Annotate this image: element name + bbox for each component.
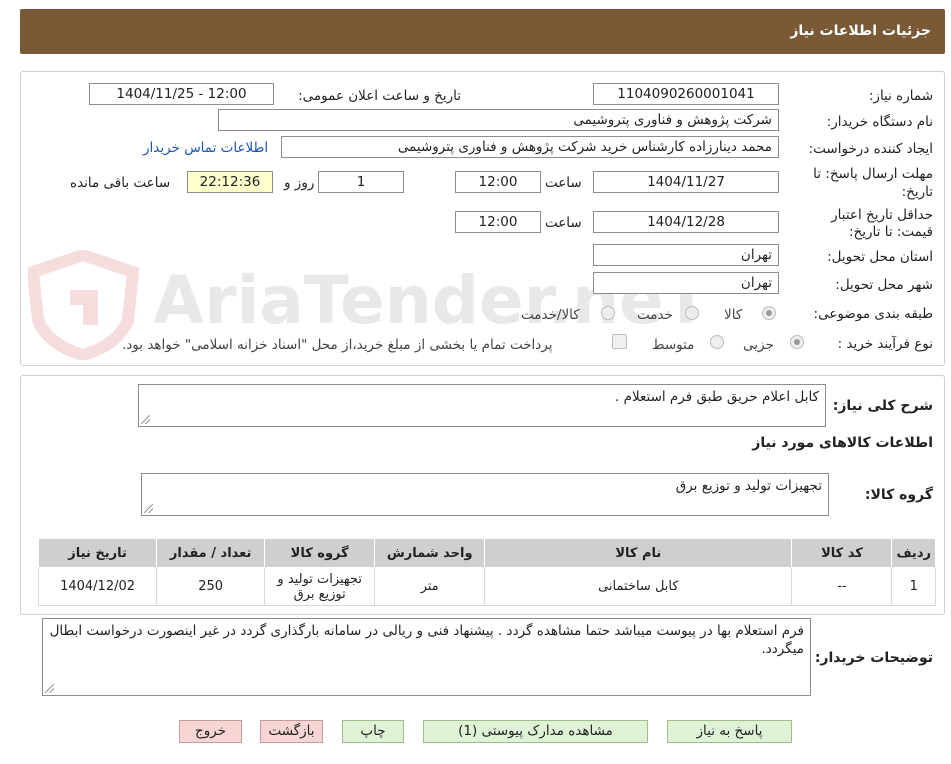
buyer-contact-link[interactable]: اطلاعات تماس خریدار — [143, 140, 268, 156]
days-label: روز و — [284, 175, 315, 191]
category-option-service: خدمت — [637, 307, 673, 323]
items-table: ردیف کد کالا نام کالا واحد شمارش گروه کا… — [37, 538, 936, 606]
response-deadline-time-field[interactable]: 12:00 — [455, 171, 541, 193]
goods-group-label: گروه کالا: — [864, 487, 933, 503]
treasury-note: پرداخت تمام یا بخشی از مبلغ خرید،از محل … — [122, 337, 553, 353]
need-number-field[interactable]: 1104090260001041 — [593, 83, 779, 105]
category-option-goods-service: کالا/خدمت — [521, 307, 580, 323]
buyer-notes-label: توضیحات خریدار: — [814, 650, 933, 666]
delivery-province-label: استان محل تحویل: — [827, 249, 933, 265]
category-radio-goods-service[interactable] — [601, 306, 615, 320]
requester-label: ایجاد کننده درخواست: — [808, 141, 933, 157]
price-validity-label-1: حداقل تاریخ اعتبار — [831, 207, 933, 223]
page-header: جزئیات اطلاعات نیاز — [20, 9, 945, 54]
announce-datetime-label: تاریخ و ساعت اعلان عمومی: — [298, 88, 461, 104]
col-header-quantity: تعداد / مقدار — [156, 538, 266, 568]
cell-code: -- — [791, 567, 893, 606]
reply-button[interactable]: پاسخ به نیاز — [667, 720, 792, 743]
buyer-notes-textarea[interactable]: فرم استعلام بها در پیوست میباشد حتما مشا… — [42, 618, 811, 696]
col-header-row-num: ردیف — [891, 538, 936, 568]
process-option-minor: جزیی — [743, 337, 774, 353]
resize-grip-icon[interactable] — [144, 504, 153, 513]
cell-quantity: 250 — [156, 567, 266, 606]
response-deadline-date-field[interactable]: 1404/11/27 — [593, 171, 779, 193]
process-option-medium: متوسط — [652, 337, 695, 353]
purchase-process-label: نوع فرآیند خرید : — [837, 336, 933, 352]
price-validity-time-field[interactable]: 12:00 — [455, 211, 541, 233]
cell-group: تجهیزات تولید و توزیع برق — [264, 567, 376, 606]
category-radio-service[interactable] — [685, 306, 699, 320]
category-option-goods: کالا — [724, 307, 743, 323]
cell-name: کابل ساختمانی — [484, 567, 793, 606]
remaining-time-field: 22:12:36 — [187, 171, 273, 193]
col-header-name: نام کالا — [484, 538, 793, 568]
buyer-org-field[interactable]: شرکت پژوهش و فناوری پتروشیمی — [218, 109, 779, 131]
delivery-city-field[interactable]: تهران — [593, 272, 779, 294]
requester-field[interactable]: محمد دینارزاده کارشناس خرید شرکت پژوهش و… — [281, 136, 779, 158]
response-deadline-label-2: تاریخ: — [901, 184, 933, 200]
goods-group-textarea[interactable]: تجهیزات تولید و توزیع برق — [141, 473, 829, 516]
process-radio-minor[interactable] — [790, 335, 804, 349]
attachments-button[interactable]: مشاهده مدارک پیوستی (1) — [423, 720, 648, 743]
description-text: کابل اعلام حریق طبق فرم استعلام . — [615, 389, 819, 405]
col-header-unit: واحد شمارش — [374, 538, 486, 568]
treasury-checkbox[interactable] — [612, 334, 627, 349]
price-validity-label-2: قیمت: تا تاریخ: — [849, 224, 933, 240]
back-button[interactable]: بازگشت — [260, 720, 323, 743]
process-radio-medium[interactable] — [710, 335, 724, 349]
remaining-days-field[interactable]: 1 — [318, 171, 404, 193]
category-label: طبقه بندی موضوعی: — [813, 306, 933, 322]
table-row[interactable]: 1 -- کابل ساختمانی متر تجهیزات تولید و ت… — [37, 567, 936, 606]
response-time-label: ساعت — [545, 175, 582, 191]
description-label: شرح کلی نیاز: — [832, 398, 933, 414]
exit-button[interactable]: خروج — [179, 720, 242, 743]
description-textarea[interactable]: کابل اعلام حریق طبق فرم استعلام . — [138, 384, 826, 427]
cell-unit: متر — [374, 567, 486, 606]
buyer-notes-text: فرم استعلام بها در پیوست میباشد حتما مشا… — [49, 623, 804, 657]
response-deadline-label-1: مهلت ارسال پاسخ: تا — [813, 166, 933, 182]
col-header-code: کد کالا — [791, 538, 893, 568]
col-header-need-date: تاریخ نیاز — [37, 538, 158, 568]
page-title: جزئیات اطلاعات نیاز — [790, 23, 931, 39]
price-validity-time-label: ساعت — [545, 215, 582, 231]
table-header-row: ردیف کد کالا نام کالا واحد شمارش گروه کا… — [37, 538, 936, 568]
cell-row-num: 1 — [891, 567, 936, 606]
buyer-org-label: نام دستگاه خریدار: — [826, 114, 933, 130]
delivery-province-field[interactable]: تهران — [593, 244, 779, 266]
remaining-label: ساعت باقی مانده — [70, 175, 171, 191]
category-radio-goods[interactable] — [762, 306, 776, 320]
price-validity-date-field[interactable]: 1404/12/28 — [593, 211, 779, 233]
resize-grip-icon[interactable] — [45, 684, 54, 693]
goods-info-title: اطلاعات کالاهای مورد نیاز — [752, 435, 933, 451]
delivery-city-label: شهر محل تحویل: — [835, 277, 933, 293]
col-header-group: گروه کالا — [264, 538, 376, 568]
cell-need-date: 1404/12/02 — [37, 567, 158, 606]
goods-group-text: تجهیزات تولید و توزیع برق — [675, 478, 822, 494]
resize-grip-icon[interactable] — [141, 415, 150, 424]
announce-datetime-field[interactable]: 1404/11/25 - 12:00 — [89, 83, 274, 105]
print-button[interactable]: چاپ — [342, 720, 404, 743]
need-number-label: شماره نیاز: — [868, 88, 933, 104]
